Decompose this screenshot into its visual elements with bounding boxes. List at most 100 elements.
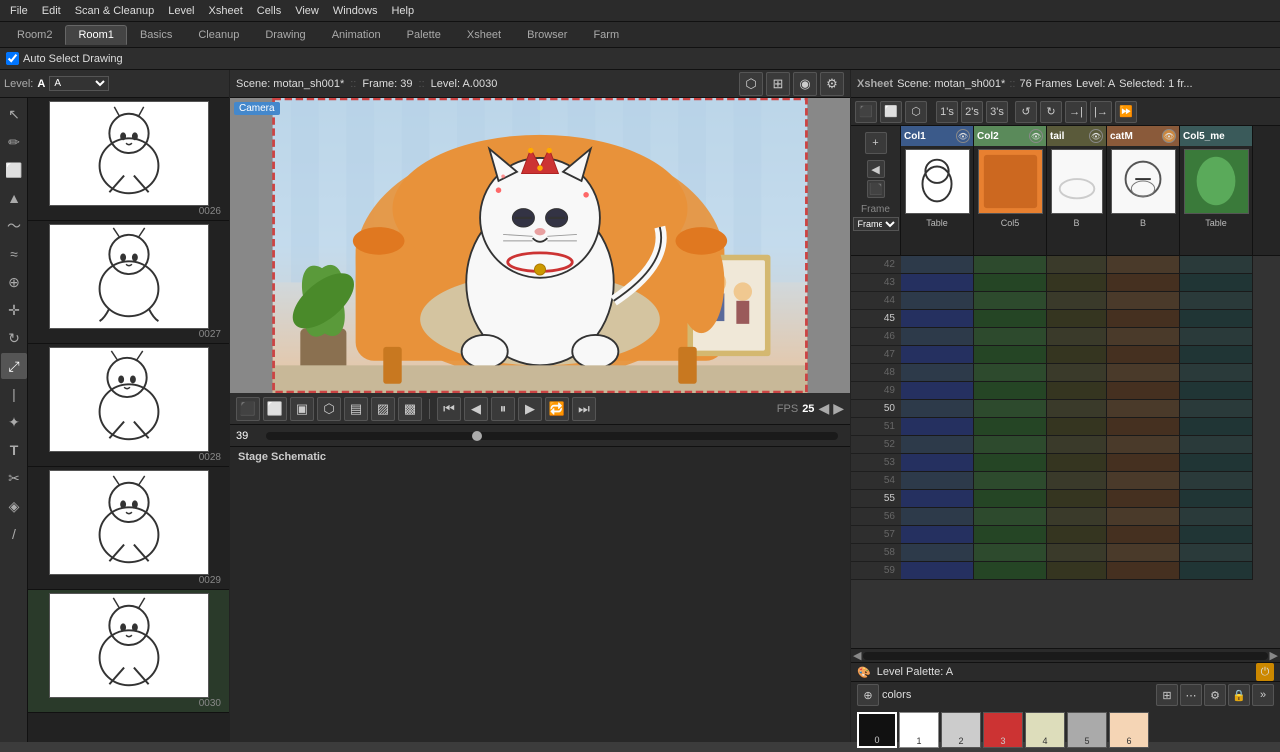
xsheet-cell-57-col2[interactable]: [1047, 526, 1107, 544]
xsh-add-col[interactable]: +: [865, 132, 887, 154]
fps-nav-left[interactable]: ◀: [818, 400, 829, 417]
xsheet-cell-42-col2[interactable]: [1047, 256, 1107, 274]
settings-btn[interactable]: ⚙: [820, 72, 844, 96]
frame-num-cell-54[interactable]: 54: [851, 472, 901, 490]
xsheet-cell-57-col4[interactable]: [1180, 526, 1253, 544]
level-dropdown[interactable]: A: [49, 76, 109, 91]
xsheet-cell-44-col2[interactable]: [1047, 292, 1107, 310]
palette-swatch-4[interactable]: 4: [1025, 712, 1065, 748]
pb-loop[interactable]: 🔁: [545, 397, 569, 421]
menu-windows[interactable]: Windows: [327, 3, 384, 19]
xsheet-cell-42-col4[interactable]: [1180, 256, 1253, 274]
xsheet-cell-43-col0[interactable]: [901, 274, 974, 292]
xsheet-cell-43-col2[interactable]: [1047, 274, 1107, 292]
xsheet-cell-54-col2[interactable]: [1047, 472, 1107, 490]
xsheet-scroll-area[interactable]: 424344454647484950515253545556575859: [851, 256, 1280, 648]
xsheet-cell-48-col0[interactable]: [901, 364, 974, 382]
pb-mode-3[interactable]: ▣: [290, 397, 314, 421]
xsheet-cell-46-col3[interactable]: [1107, 328, 1180, 346]
fps-nav-right[interactable]: ▶: [833, 400, 844, 417]
frame-num-cell-47[interactable]: 47: [851, 346, 901, 364]
xsheet-cell-59-col1[interactable]: [974, 562, 1047, 580]
menu-cells[interactable]: Cells: [251, 3, 287, 19]
palette-swatch-6[interactable]: 6: [1109, 712, 1149, 748]
pb-mode-4[interactable]: ⬡: [317, 397, 341, 421]
tab-animation[interactable]: Animation: [319, 25, 394, 45]
xsheet-scroll-right[interactable]: ▶: [1270, 649, 1278, 662]
xsheet-cell-58-col1[interactable]: [974, 544, 1047, 562]
palette-swatch-0[interactable]: 0: [857, 712, 897, 748]
xsheet-cell-50-col2[interactable]: [1047, 400, 1107, 418]
xsheet-cell-56-col3[interactable]: [1107, 508, 1180, 526]
xsheet-cell-43-col1[interactable]: [974, 274, 1047, 292]
grid-toggle[interactable]: ⊞: [766, 72, 790, 96]
view-options[interactable]: ◉: [793, 72, 817, 96]
tab-room2[interactable]: Room2: [4, 25, 65, 45]
rt-icon-2[interactable]: ⬜: [880, 101, 902, 123]
palette-arrow[interactable]: »: [1252, 684, 1274, 706]
xsh-scroll-up[interactable]: ◀: [867, 160, 885, 178]
rt-step[interactable]: ⏩: [1115, 101, 1137, 123]
frame-type-select[interactable]: Frame: [853, 217, 899, 231]
select-tool[interactable]: ⤢: [1, 353, 27, 379]
frame-num-cell-53[interactable]: 53: [851, 454, 901, 472]
xsheet-cell-50-col1[interactable]: [974, 400, 1047, 418]
tab-basics[interactable]: Basics: [127, 25, 185, 45]
thumbnail-0029[interactable]: 0029: [28, 467, 229, 590]
xsheet-cell-49-col1[interactable]: [974, 382, 1047, 400]
xsheet-cell-51-col4[interactable]: [1180, 418, 1253, 436]
camera-toggle[interactable]: ⬡: [739, 72, 763, 96]
xsheet-cell-50-col4[interactable]: [1180, 400, 1253, 418]
frame-num-cell-49[interactable]: 49: [851, 382, 901, 400]
pb-begin[interactable]: ⏮: [437, 397, 461, 421]
timing-1s[interactable]: 1's: [936, 101, 958, 123]
ruler-tool[interactable]: |: [1, 381, 27, 407]
frame-num-cell-59[interactable]: 59: [851, 562, 901, 580]
frame-num-cell-48[interactable]: 48: [851, 364, 901, 382]
menu-view[interactable]: View: [289, 3, 325, 19]
xsheet-cell-55-col2[interactable]: [1047, 490, 1107, 508]
xsheet-cell-55-col1[interactable]: [974, 490, 1047, 508]
thumbnail-0030[interactable]: 0030: [28, 590, 229, 713]
pb-mode-7[interactable]: ▩: [398, 397, 422, 421]
xsheet-cell-43-col3[interactable]: [1107, 274, 1180, 292]
xsheet-scroll-left[interactable]: ◀: [853, 649, 861, 662]
text-tool[interactable]: T: [1, 437, 27, 463]
palette-swatch-1[interactable]: 1: [899, 712, 939, 748]
xsh-col-tail-eye[interactable]: 👁: [1089, 129, 1103, 143]
brush-tool[interactable]: ✏: [1, 129, 27, 155]
xsheet-cell-48-col3[interactable]: [1107, 364, 1180, 382]
scrub-track[interactable]: [266, 432, 838, 440]
menu-level[interactable]: Level: [162, 3, 200, 19]
xsheet-cell-49-col2[interactable]: [1047, 382, 1107, 400]
xsheet-cell-53-col4[interactable]: [1180, 454, 1253, 472]
rotate-tool[interactable]: ↻: [1, 325, 27, 351]
auto-select-checkbox[interactable]: [6, 52, 19, 65]
stroke-tool[interactable]: 〜: [1, 213, 27, 239]
frame-num-cell-56[interactable]: 56: [851, 508, 901, 526]
xsheet-cell-54-col0[interactable]: [901, 472, 974, 490]
menu-xsheet[interactable]: Xsheet: [203, 3, 249, 19]
node-tool[interactable]: ◈: [1, 493, 27, 519]
frame-num-cell-57[interactable]: 57: [851, 526, 901, 544]
xsheet-cell-53-col2[interactable]: [1047, 454, 1107, 472]
xsheet-cell-45-col0[interactable]: [901, 310, 974, 328]
xsheet-cell-53-col1[interactable]: [974, 454, 1047, 472]
frame-num-cell-55[interactable]: 55: [851, 490, 901, 508]
xsh-col-catM-eye[interactable]: 👁: [1162, 129, 1176, 143]
pb-mode-5[interactable]: ▤: [344, 397, 368, 421]
xsheet-cell-42-col3[interactable]: [1107, 256, 1180, 274]
xsheet-cell-48-col4[interactable]: [1180, 364, 1253, 382]
xsheet-cell-49-col0[interactable]: [901, 382, 974, 400]
zoom-tool[interactable]: ⊕: [1, 269, 27, 295]
menu-scan[interactable]: Scan & Cleanup: [69, 3, 161, 19]
thumbnail-0027[interactable]: 0027: [28, 221, 229, 344]
xsheet-cell-51-col0[interactable]: [901, 418, 974, 436]
xsheet-cell-57-col1[interactable]: [974, 526, 1047, 544]
xsheet-cell-46-col0[interactable]: [901, 328, 974, 346]
pb-mode-6[interactable]: ▨: [371, 397, 395, 421]
pb-pause[interactable]: ⏸: [491, 397, 515, 421]
xsheet-cell-59-col3[interactable]: [1107, 562, 1180, 580]
xsheet-cell-52-col2[interactable]: [1047, 436, 1107, 454]
xsheet-cell-47-col3[interactable]: [1107, 346, 1180, 364]
